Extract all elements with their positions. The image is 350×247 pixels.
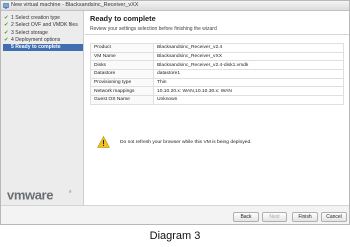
warning-message: Do not refresh your browser while this V… <box>97 136 337 149</box>
svg-text:®: ® <box>69 190 72 194</box>
row-value: Blacksandsinc_Receiver_vXX <box>153 51 344 62</box>
step-ready-to-complete[interactable]: 5 Ready to complete <box>3 44 83 52</box>
step-list: ✔ 1 Select creation type ✔ 2 Select OVF … <box>3 15 83 52</box>
warning-text: Do not refresh your browser while this V… <box>120 140 252 145</box>
step-label: 2 Select OVF and VMDK files <box>11 22 78 29</box>
step-deployment-options[interactable]: ✔ 4 Deployment options <box>3 37 83 44</box>
warning-icon <box>97 136 110 148</box>
step-select-creation-type[interactable]: ✔ 1 Select creation type <box>3 15 83 22</box>
cancel-button[interactable]: Cancel <box>321 212 347 222</box>
step-label: 1 Select creation type <box>11 15 60 21</box>
row-label: Disks <box>90 60 154 71</box>
checkmark-icon: ✔ <box>4 36 9 43</box>
table-row: Provisioning type Thin <box>90 77 344 88</box>
next-button[interactable]: Next <box>262 212 287 222</box>
row-label: Product <box>90 43 154 53</box>
wizard-window: New virtual machine - Blacksandsinc_Rece… <box>0 0 350 225</box>
row-label: Guest OS Name <box>90 95 154 105</box>
wizard-footer: Back Next Finish Cancel <box>1 205 349 224</box>
wizard-sidebar: ✔ 1 Select creation type ✔ 2 Select OVF … <box>1 11 84 205</box>
step-label: 4 Deployment options <box>11 36 61 43</box>
header-divider <box>85 34 349 35</box>
checkmark-icon: ✔ <box>4 22 9 29</box>
checkmark-icon: ✔ <box>4 29 9 36</box>
table-row: VM Name Blacksandsinc_Receiver_vXX <box>90 51 344 62</box>
row-value: 10.10.20.x: WAN,10.10.30.x: WAN <box>153 86 344 97</box>
checkmark-icon: ✔ <box>4 15 9 21</box>
vm-icon <box>3 3 9 9</box>
back-button[interactable]: Back <box>233 212 259 222</box>
row-label: VM Name <box>90 51 154 62</box>
row-label: Network mappings <box>90 86 154 97</box>
table-row: Network mappings 10.10.20.x: WAN,10.10.3… <box>90 86 344 97</box>
row-value: Unknown <box>153 95 344 105</box>
svg-text:vmware: vmware <box>7 189 53 201</box>
row-value: Blacksandsinc_Receiver_v2.4-disk1.vmdk <box>153 60 344 71</box>
summary-table: Product Blacksandsinc_Receiver_v2.4 VM N… <box>90 43 344 105</box>
row-value: datastore1 <box>153 69 344 79</box>
title-bar: New virtual machine - Blacksandsinc_Rece… <box>1 1 349 11</box>
main-panel: Ready to complete Review your settings s… <box>85 11 349 205</box>
page-subtitle: Review your settings selection before fi… <box>90 26 217 32</box>
page-title: Ready to complete <box>90 14 156 23</box>
row-value: Thin <box>153 77 344 88</box>
table-row: Guest OS Name Unknown <box>90 95 344 105</box>
figure-caption: Diagram 3 <box>149 230 201 242</box>
table-row: Disks Blacksandsinc_Receiver_v2.4-disk1.… <box>90 60 344 71</box>
vmware-logo: vmware ® <box>7 189 72 201</box>
step-select-ovf-vmdk[interactable]: ✔ 2 Select OVF and VMDK files <box>3 22 83 29</box>
finish-button[interactable]: Finish <box>292 212 318 222</box>
step-select-storage[interactable]: ✔ 3 Select storage <box>3 30 83 37</box>
row-value: Blacksandsinc_Receiver_v2.4 <box>153 43 344 53</box>
step-label: 5 Ready to complete <box>11 44 61 51</box>
window-title: New virtual machine - Blacksandsinc_Rece… <box>11 2 139 8</box>
row-label: Provisioning type <box>90 77 154 88</box>
table-row: Product Blacksandsinc_Receiver_v2.4 <box>90 43 344 53</box>
table-row: Datastore datastore1 <box>90 69 344 79</box>
row-label: Datastore <box>90 69 154 79</box>
step-label: 3 Select storage <box>11 29 48 36</box>
